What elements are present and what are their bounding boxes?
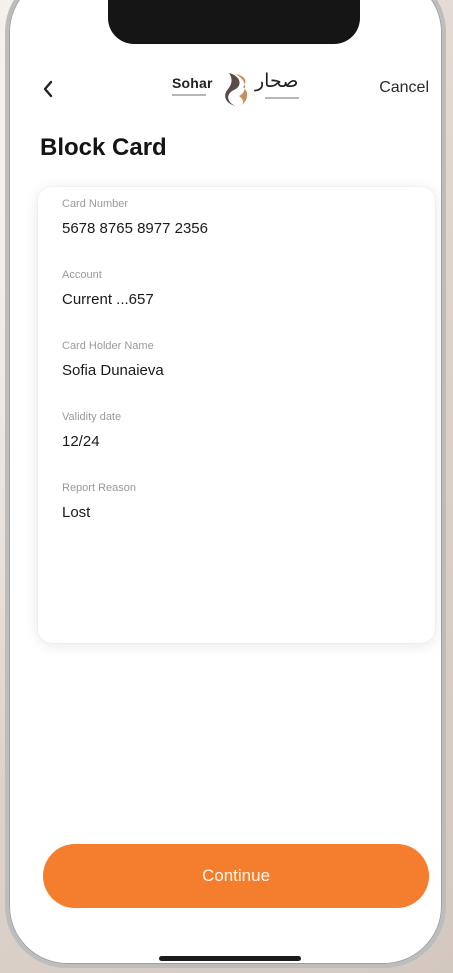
logo-arabic-text: صحار	[255, 70, 299, 92]
card-number-field: Card Number 5678 8765 8977 2356	[62, 197, 208, 238]
page-title: Block Card	[40, 134, 167, 161]
phone-frame: Sohar صحار Cancel Block Card Card Number…	[5, 0, 446, 968]
validity-date-field: Validity date 12/24	[62, 410, 121, 451]
logo-latin-text: Sohar	[172, 75, 213, 91]
sohar-logo: Sohar صحار	[169, 66, 303, 112]
field-value: Current ...657	[62, 291, 154, 308]
cancel-button[interactable]: Cancel	[379, 79, 429, 97]
report-reason-field: Report Reason Lost	[62, 481, 136, 522]
field-label: Card Holder Name	[62, 340, 154, 352]
continue-button[interactable]: Continue	[43, 844, 429, 908]
logo-latin-subline	[172, 94, 206, 96]
field-value: 5678 8765 8977 2356	[62, 220, 208, 237]
home-indicator	[159, 956, 301, 961]
account-field: Account Current ...657	[62, 268, 154, 309]
field-label: Card Number	[62, 198, 129, 210]
logo-arabic-subline	[265, 97, 299, 99]
card-holder-field: Card Holder Name Sofia Dunaieva	[62, 339, 164, 380]
field-label: Report Reason	[62, 482, 136, 494]
field-value: 12/24	[62, 433, 100, 450]
chevron-left-icon	[41, 80, 55, 98]
phone-notch	[108, 0, 360, 44]
back-button[interactable]	[33, 74, 63, 104]
field-value: Sofia Dunaieva	[62, 362, 164, 379]
field-label: Account	[62, 269, 102, 281]
field-label: Validity date	[62, 411, 122, 423]
logo-mark-icon	[221, 70, 251, 113]
field-value: Lost	[62, 504, 91, 521]
card-details-panel: Card Number 5678 8765 8977 2356 Account …	[38, 187, 435, 643]
